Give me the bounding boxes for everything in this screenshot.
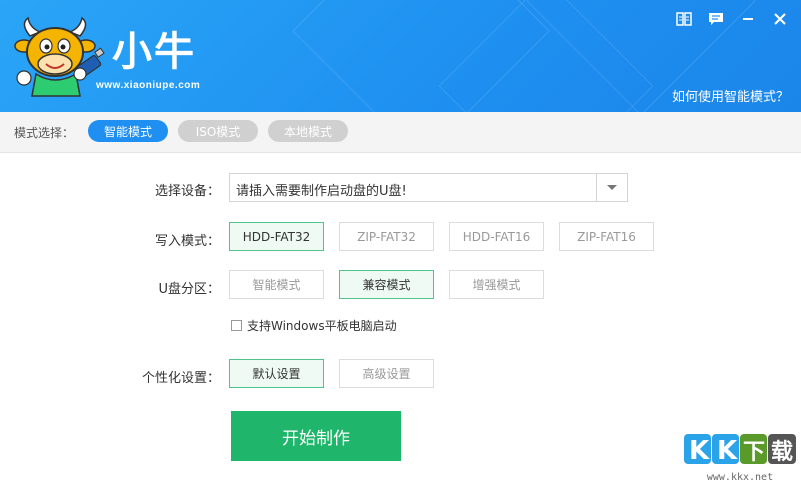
device-select-value: 请插入需要制作启动盘的U盘!	[236, 184, 407, 199]
device-select[interactable]: 请插入需要制作启动盘的U盘!	[229, 173, 628, 202]
chevron-down-icon[interactable]	[596, 174, 627, 201]
personalize-label: 个性化设置：	[141, 371, 220, 386]
mode-bar: 模式选择： 智能模式 ISO模式 本地模式	[0, 112, 801, 153]
brand-name: 小牛	[112, 29, 196, 75]
option-advanced-settings[interactable]: 高级设置	[339, 359, 434, 388]
checkbox-icon[interactable]	[231, 320, 242, 331]
feedback-icon[interactable]	[705, 8, 727, 30]
svg-text:载: 载	[771, 439, 793, 465]
tab-local-mode[interactable]: 本地模式	[268, 120, 348, 142]
option-smart-partition[interactable]: 智能模式	[229, 270, 324, 299]
minimize-icon[interactable]	[737, 8, 759, 30]
tablet-support-label: 支持Windows平板电脑启动	[247, 319, 397, 333]
mode-label: 模式选择：	[14, 126, 75, 140]
help-link[interactable]: 如何使用智能模式？	[672, 86, 789, 105]
book-icon[interactable]	[673, 8, 695, 30]
device-label: 选择设备：	[154, 184, 220, 199]
svg-text:K: K	[689, 436, 710, 466]
tab-smart-mode[interactable]: 智能模式	[88, 120, 168, 142]
close-icon[interactable]	[769, 8, 791, 30]
partition-label: U盘分区：	[158, 282, 220, 297]
option-enhanced-partition[interactable]: 增强模式	[449, 270, 544, 299]
start-button[interactable]: 开始制作	[231, 411, 401, 461]
write-mode-label: 写入模式：	[154, 234, 220, 249]
svg-text:K: K	[717, 436, 738, 466]
svg-text:www.kkx.net: www.kkx.net	[707, 472, 773, 483]
option-default-settings[interactable]: 默认设置	[229, 359, 324, 388]
cow-mascot-logo	[14, 16, 105, 97]
option-zip-fat32[interactable]: ZIP-FAT32	[339, 222, 434, 251]
option-compat-partition[interactable]: 兼容模式	[339, 270, 434, 299]
option-hdd-fat32[interactable]: HDD-FAT32	[229, 222, 324, 251]
option-hdd-fat16[interactable]: HDD-FAT16	[449, 222, 544, 251]
tab-iso-mode[interactable]: ISO模式	[178, 120, 258, 142]
tablet-support-checkbox[interactable]: 支持Windows平板电脑启动	[231, 317, 397, 334]
brand-url: www.xiaoniupe.com	[96, 80, 201, 91]
svg-text:下: 下	[743, 440, 765, 465]
window-controls	[673, 8, 791, 30]
option-zip-fat16[interactable]: ZIP-FAT16	[559, 222, 654, 251]
kk-watermark-logo: K K 下 载 www.kkx.net	[684, 434, 796, 483]
header-banner: 小牛 www.xiaoniupe.com 如何使用智能模式？	[0, 0, 801, 112]
